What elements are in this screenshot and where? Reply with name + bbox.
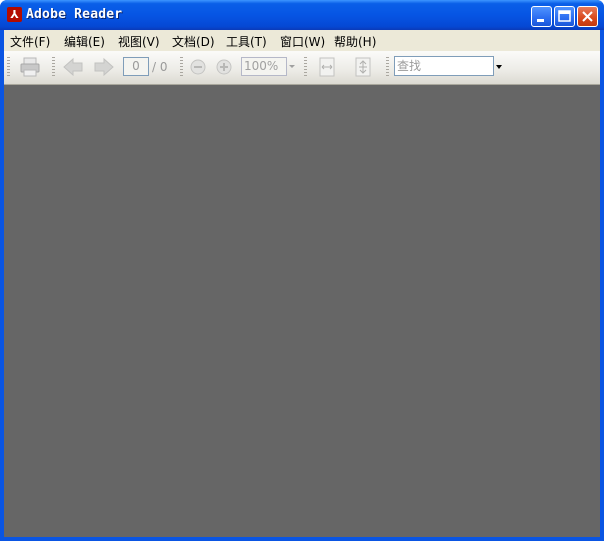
close-button[interactable] — [577, 6, 598, 27]
zoom-out-icon[interactable] — [190, 59, 206, 75]
zoom-in-icon[interactable] — [216, 59, 232, 75]
window-frame-bottom — [0, 537, 604, 541]
minimize-icon — [537, 19, 544, 22]
back-arrow-icon[interactable] — [62, 56, 84, 78]
toolbar-grip[interactable] — [180, 57, 183, 77]
toolbar-grip[interactable] — [386, 57, 389, 77]
menu-bar: 文件(F) 编辑(E) 视图(V) 文档(D) 工具(T) 窗口(W) 帮助(H… — [4, 30, 600, 52]
toolbar-grip[interactable] — [304, 57, 307, 77]
toolbar-grip[interactable] — [52, 57, 55, 77]
menu-file[interactable]: 文件(F) — [10, 33, 50, 50]
print-icon[interactable] — [18, 55, 42, 79]
close-icon — [582, 11, 593, 22]
toolbar-grip[interactable] — [7, 57, 10, 77]
fit-width-icon[interactable] — [317, 56, 337, 78]
menu-tools[interactable]: 工具(T) — [226, 33, 267, 50]
maximize-icon — [558, 10, 571, 22]
page-total: / 0 — [152, 60, 168, 74]
app-window: ⅄ Adobe Reader 文件(F) 编辑(E) 视图(V) 文档(D) 工… — [0, 0, 604, 541]
menu-document[interactable]: 文档(D) — [172, 33, 215, 50]
menu-help[interactable]: 帮助(H) — [334, 33, 376, 50]
maximize-button[interactable] — [554, 6, 575, 27]
menu-window[interactable]: 窗口(W) — [280, 33, 325, 50]
fit-page-icon[interactable] — [353, 56, 373, 78]
adobe-pdf-icon: ⅄ — [7, 7, 22, 22]
forward-arrow-icon[interactable] — [93, 56, 115, 78]
document-area[interactable] — [4, 85, 600, 537]
chevron-down-icon[interactable] — [496, 65, 502, 69]
menu-view[interactable]: 视图(V) — [118, 33, 160, 50]
title-bar[interactable]: ⅄ Adobe Reader — [0, 0, 604, 30]
page-number-input[interactable]: 0 — [123, 57, 149, 76]
window-title: Adobe Reader — [26, 7, 123, 22]
minimize-button[interactable] — [531, 6, 552, 27]
search-input[interactable]: 查找 — [394, 56, 494, 76]
toolbar: 0 / 0 100% 查找 — [4, 51, 600, 85]
menu-edit[interactable]: 编辑(E) — [64, 33, 105, 50]
chevron-down-icon[interactable] — [289, 65, 295, 68]
zoom-level-input[interactable]: 100% — [241, 57, 287, 76]
